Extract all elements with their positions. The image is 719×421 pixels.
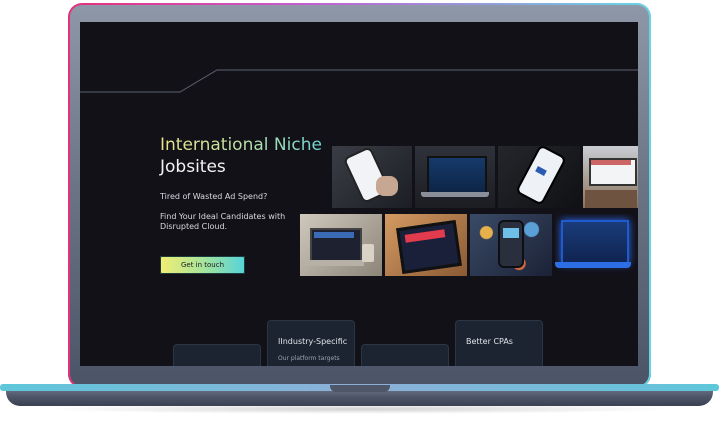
hero-description: Find Your Ideal Candidates with Disrupte… (160, 212, 286, 231)
thumbnail-office-screen (583, 146, 638, 208)
feature-card-better-cpas: Better CPAs (455, 320, 543, 366)
hero-title-line2: Jobsites (160, 157, 226, 177)
laptop-notch (330, 385, 390, 392)
hero-subtitle: Tired of Wasted Ad Spend? (160, 192, 268, 201)
thumbnail-laptop-dark (415, 146, 495, 208)
laptop-screen: International Niche Jobsites Tired of Wa… (80, 22, 638, 366)
feature-card-industry-specific-text: Our platform targets (278, 355, 340, 362)
feature-card-industry-specific: IIndustry-Specific Our platform targets (267, 320, 355, 366)
thumbnail-laptop-blue (555, 214, 638, 276)
hero-title-line1: International Niche (160, 135, 322, 155)
thumbnail-tablet-in-hands (385, 214, 467, 276)
feature-card-industry-specific-title: IIndustry-Specific (278, 337, 348, 346)
feature-card-better-cpas-title: Better CPAs (466, 337, 513, 346)
feature-card-1 (173, 344, 261, 366)
thumbnail-laptop-cafe (300, 214, 382, 276)
thumbnail-phone-bokeh (470, 214, 552, 276)
get-in-touch-button[interactable]: Get in touch (160, 256, 245, 274)
thumbnail-phone-in-hand (332, 146, 412, 208)
feature-card-3 (361, 344, 449, 366)
thumbnail-phone-on-desk (498, 146, 580, 208)
decorative-line (80, 69, 638, 93)
